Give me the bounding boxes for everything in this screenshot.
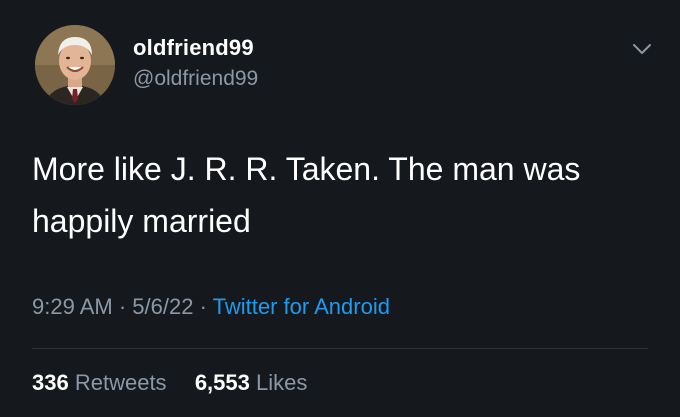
tweet-metadata: 9:29 AM · 5/6/22 · Twitter for Android	[32, 294, 390, 320]
tweet-text: More like J. R. R. Taken. The man was ha…	[32, 143, 652, 247]
likes-count: 6,553	[194, 370, 250, 395]
retweets-count: 336	[32, 370, 69, 395]
avatar-photo	[35, 25, 115, 105]
separator: ·	[199, 294, 207, 319]
likes-label: Likes	[256, 370, 308, 395]
tweet-source-link[interactable]: Twitter for Android	[213, 294, 390, 319]
chevron-down-icon	[633, 44, 651, 54]
avatar[interactable]	[35, 25, 115, 105]
retweets-stat[interactable]: 336 Retweets	[32, 370, 173, 395]
tweet-time[interactable]: 9:29 AM	[32, 294, 113, 319]
retweets-label: Retweets	[74, 370, 167, 395]
user-handle[interactable]: @oldfriend99	[133, 67, 258, 91]
tweet-text-line: More like J. R. R. Taken. The man was	[32, 151, 581, 187]
more-options-button[interactable]	[630, 40, 654, 58]
separator: ·	[118, 294, 127, 319]
likes-stat[interactable]: 6,553 Likes	[195, 370, 308, 395]
tweet-card: oldfriend99 @oldfriend99 More like J. R.…	[0, 0, 680, 417]
tweet-stats: 336 Retweets 6,553 Likes	[32, 370, 307, 396]
tweet-date[interactable]: 5/6/22	[132, 294, 193, 319]
tweet-text-line: happily married	[32, 203, 251, 239]
display-name[interactable]: oldfriend99	[133, 35, 254, 61]
divider	[32, 348, 648, 349]
